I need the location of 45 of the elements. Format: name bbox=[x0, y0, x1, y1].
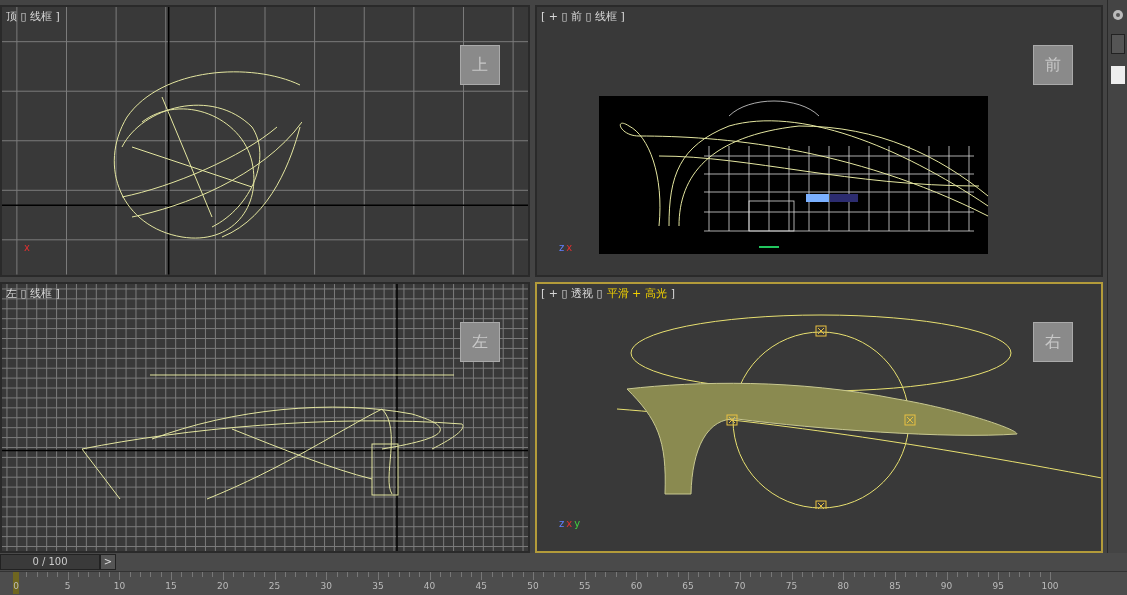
viewport-label[interactable]: ] bbox=[670, 287, 676, 299]
frame-number: 5 bbox=[64, 582, 71, 591]
frame-number: 55 bbox=[578, 582, 591, 591]
viewport-label[interactable]: [ + ▯ 透视 ▯ bbox=[541, 287, 603, 299]
next-frame-button[interactable]: > bbox=[100, 554, 116, 570]
frame-number: 75 bbox=[785, 582, 798, 591]
frame-number: 10 bbox=[113, 582, 126, 591]
viewport[interactable]: [ + ▯ 透视 ▯ 平滑 + 高光 ] 右 z x y bbox=[535, 281, 1103, 553]
frame-number: 60 bbox=[630, 582, 643, 591]
frame-counter: 0 / 100 bbox=[32, 557, 68, 567]
frame-number: 30 bbox=[320, 582, 332, 591]
viewport[interactable]: [ + ▯ 前 ▯ 线框 ] 前 z x bbox=[535, 5, 1103, 277]
frame-number: 100 bbox=[1041, 582, 1059, 591]
frame-number: 0 bbox=[13, 582, 19, 591]
frame-number: 50 bbox=[527, 582, 539, 591]
viewport-label[interactable]: 顶 ▯ 线框 ] bbox=[6, 11, 60, 22]
axis-label: y bbox=[574, 519, 581, 529]
frame-number: 65 bbox=[682, 582, 694, 591]
frame-number: 85 bbox=[889, 582, 901, 591]
frame-number: 20 bbox=[217, 582, 229, 591]
axis-label: x bbox=[24, 242, 30, 253]
viewport-label[interactable]: 平滑 + 高光 bbox=[606, 287, 667, 299]
viewport[interactable]: 左 ▯ 线框 ] 左 bbox=[0, 281, 530, 553]
frame-number: 80 bbox=[837, 582, 849, 591]
frame-number: 70 bbox=[734, 582, 746, 591]
frame-number: 40 bbox=[423, 582, 436, 591]
axis-label: x bbox=[566, 242, 573, 253]
frame-number: 95 bbox=[992, 582, 1004, 591]
view-cube-label: 右 bbox=[1045, 330, 1061, 353]
axis-label: x bbox=[566, 519, 573, 529]
frame-counter-box[interactable]: 0 / 100 bbox=[0, 554, 100, 570]
axis-label: z bbox=[559, 519, 565, 529]
time-slider-thumb[interactable] bbox=[13, 572, 19, 594]
viewport-label[interactable]: [ + ▯ 前 ▯ 线框 ] bbox=[541, 11, 625, 22]
view-cube-label: 左 bbox=[472, 330, 488, 353]
axis-label: z bbox=[559, 242, 565, 253]
panel-field[interactable] bbox=[1110, 66, 1125, 84]
frame-number: 45 bbox=[475, 582, 487, 591]
frame-number: 90 bbox=[940, 582, 953, 591]
frame-number: 25 bbox=[268, 582, 281, 591]
view-cube-label: 前 bbox=[1045, 54, 1061, 76]
viewport-label[interactable]: 左 ▯ 线框 ] bbox=[6, 287, 60, 299]
timeline-ruler[interactable]: 0 5 10 15 20 25 30 35 40 45 50 55 60 65 70 75 80 85 90 95 100 bbox=[0, 571, 1127, 595]
frame-number: 15 bbox=[165, 582, 177, 591]
frame-number: 35 bbox=[372, 582, 384, 591]
